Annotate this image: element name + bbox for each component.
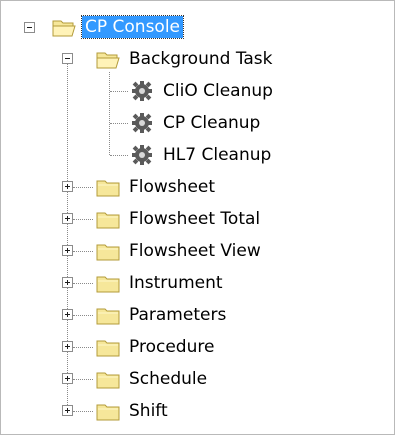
node-label-flowsheet-total: Flowsheet Total: [129, 209, 261, 229]
node-label-flowsheet-view: Flowsheet View: [129, 241, 261, 261]
folder-icon: [96, 340, 120, 357]
node-label-hl7-cleanup: HL7 Cleanup: [163, 145, 272, 165]
tree-view: CP Console Background Task CliO Cleanup …: [0, 0, 395, 435]
gear-icon: [132, 113, 152, 133]
tree-line: [110, 155, 128, 156]
tree-node-clio-cleanup[interactable]: CliO Cleanup: [130, 76, 276, 106]
gear-icon: [132, 81, 152, 101]
folder-icon: [96, 244, 120, 261]
folder-icon: [96, 372, 120, 389]
tree-node-hl7-cleanup[interactable]: HL7 Cleanup: [130, 140, 274, 170]
tree-line: [73, 315, 93, 316]
tree-line: [73, 411, 93, 412]
tree-node-flowsheet-view[interactable]: Flowsheet View: [96, 236, 264, 266]
tree-line: [73, 251, 93, 252]
background-task-expander[interactable]: [62, 53, 73, 64]
node-label-cp-console: CP Console: [80, 15, 185, 39]
node-label-clio-cleanup: CliO Cleanup: [163, 81, 273, 101]
folder-open-icon: [52, 20, 76, 37]
tree-node-cp-cleanup[interactable]: CP Cleanup: [130, 108, 263, 138]
tree-node-schedule[interactable]: Schedule: [96, 364, 210, 394]
tree-node-shift[interactable]: Shift: [96, 396, 171, 426]
node-label-flowsheet: Flowsheet: [129, 177, 216, 197]
gear-icon: [132, 145, 152, 165]
node-label-parameters: Parameters: [129, 305, 227, 325]
tree-node-flowsheet[interactable]: Flowsheet: [96, 172, 218, 202]
folder-icon: [96, 276, 120, 293]
tree-node-flowsheet-total[interactable]: Flowsheet Total: [96, 204, 263, 234]
folder-open-icon: [96, 52, 120, 69]
tree-line: [67, 59, 68, 411]
tree-line: [73, 187, 93, 188]
tree-line: [73, 347, 93, 348]
node-label-schedule: Schedule: [129, 369, 208, 389]
node-label-cp-cleanup: CP Cleanup: [163, 113, 261, 133]
tree-node-background-task[interactable]: Background Task: [96, 44, 276, 74]
folder-icon: [96, 212, 120, 229]
tree-line: [109, 72, 110, 155]
flowsheet-total-expander[interactable]: [62, 213, 73, 224]
tree-line: [73, 219, 93, 220]
parameters-expander[interactable]: [62, 309, 73, 320]
instrument-expander[interactable]: [62, 277, 73, 288]
tree-node-procedure[interactable]: Procedure: [96, 332, 217, 362]
tree-node-cp-console[interactable]: CP Console: [52, 12, 185, 42]
schedule-expander[interactable]: [62, 373, 73, 384]
flowsheet-view-expander[interactable]: [62, 245, 73, 256]
shift-expander[interactable]: [62, 405, 73, 416]
folder-icon: [96, 308, 120, 325]
node-label-instrument: Instrument: [129, 273, 223, 293]
folder-icon: [96, 404, 120, 421]
flowsheet-expander[interactable]: [62, 181, 73, 192]
folder-icon: [96, 180, 120, 197]
tree-node-instrument[interactable]: Instrument: [96, 268, 226, 298]
tree-line: [110, 91, 128, 92]
root-expander[interactable]: [24, 22, 35, 33]
node-label-procedure: Procedure: [129, 337, 215, 357]
node-label-background-task: Background Task: [129, 49, 273, 69]
node-label-shift: Shift: [129, 401, 168, 421]
tree-line: [73, 283, 93, 284]
tree-line: [73, 379, 93, 380]
procedure-expander[interactable]: [62, 341, 73, 352]
tree-node-parameters[interactable]: Parameters: [96, 300, 229, 330]
tree-line: [110, 123, 128, 124]
